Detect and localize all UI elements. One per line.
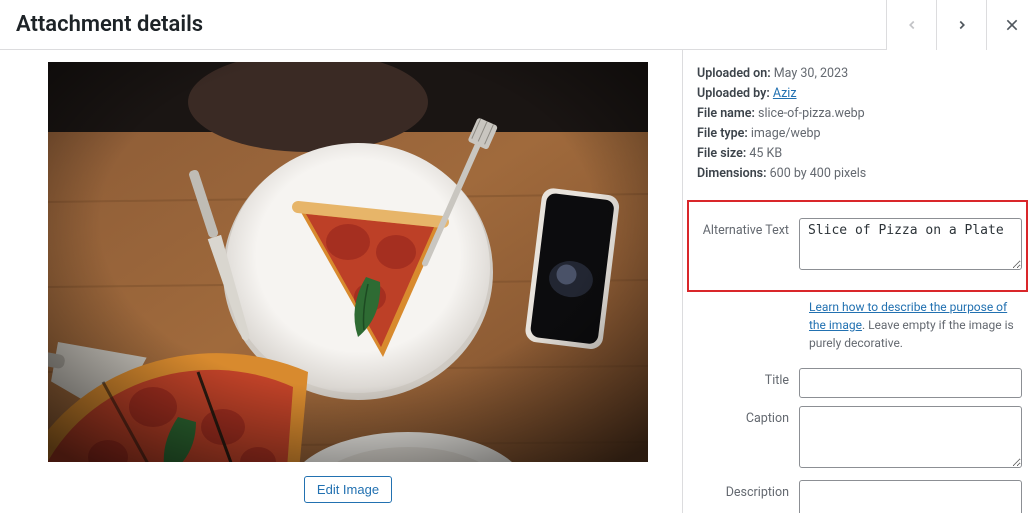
close-icon (1004, 17, 1020, 33)
caption-label: Caption (697, 406, 799, 426)
file-name-value: slice-of-pizza.webp (758, 106, 865, 121)
uploaded-by-link[interactable]: Aziz (773, 86, 797, 101)
caption-field-row: Caption (697, 406, 1022, 472)
title-input[interactable] (799, 368, 1022, 398)
description-label: Description (697, 480, 799, 500)
title-label: Title (697, 368, 799, 388)
file-type-label: File type: (697, 126, 748, 141)
alt-text-label: Alternative Text (697, 218, 799, 238)
file-size-value: 45 KB (749, 146, 782, 161)
preview-column: Edit Image (0, 50, 682, 513)
description-field-row: Description (697, 480, 1022, 513)
dimensions-value: 600 by 400 pixels (770, 166, 867, 181)
file-name-label: File name: (697, 106, 755, 121)
chevron-right-icon (955, 18, 969, 32)
dimensions-label: Dimensions: (697, 166, 767, 181)
file-type-value: image/webp (751, 126, 821, 141)
caption-input[interactable] (799, 406, 1022, 468)
uploaded-on-label: Uploaded on: (697, 66, 771, 81)
next-button[interactable] (936, 0, 986, 50)
attachment-meta: Uploaded on: May 30, 2023 Uploaded by: A… (697, 64, 1022, 184)
modal-body: Edit Image Uploaded on: May 30, 2023 Upl… (0, 50, 1036, 513)
modal-title: Attachment details (16, 12, 203, 37)
description-input[interactable] (799, 480, 1022, 513)
close-button[interactable] (986, 0, 1036, 50)
file-size-label: File size: (697, 146, 746, 161)
alt-text-help: Learn how to describe the purpose of the… (809, 298, 1022, 352)
uploaded-by-label: Uploaded by: (697, 86, 770, 101)
details-column: Uploaded on: May 30, 2023 Uploaded by: A… (682, 50, 1036, 513)
attachment-preview-image (48, 62, 648, 462)
edit-image-button[interactable]: Edit Image (304, 476, 392, 503)
alt-text-input[interactable] (799, 218, 1022, 270)
title-field-row: Title (697, 368, 1022, 398)
chevron-left-icon (905, 18, 919, 32)
alt-text-field-row: Alternative Text (689, 202, 1026, 290)
prev-button[interactable] (886, 0, 936, 50)
uploaded-on-value: May 30, 2023 (774, 66, 848, 81)
header-nav (886, 0, 1036, 49)
modal-header: Attachment details (0, 0, 1036, 50)
